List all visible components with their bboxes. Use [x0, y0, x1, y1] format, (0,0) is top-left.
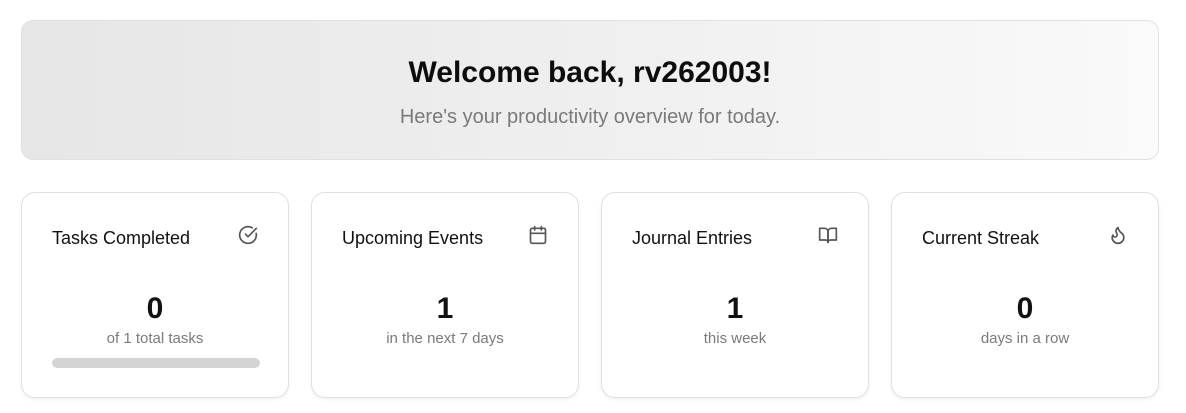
- card-value: 0: [1016, 292, 1034, 325]
- calendar-icon: [528, 225, 548, 245]
- card-title: Current Streak: [922, 228, 1040, 248]
- welcome-banner: Welcome back, rv262003! Here's your prod…: [21, 20, 1159, 160]
- check-circle-icon: [238, 225, 258, 245]
- card-title: Upcoming Events: [342, 228, 484, 248]
- card-subtitle: this week: [703, 330, 767, 347]
- card-subtitle: in the next 7 days: [386, 330, 504, 347]
- card-value: 1: [726, 292, 744, 325]
- card-value: 0: [146, 292, 164, 325]
- stat-card-tasks-completed: Tasks Completed 0 of 1 total tasks: [21, 192, 289, 398]
- flame-icon: [1108, 225, 1128, 245]
- welcome-subtitle: Here's your productivity overview for to…: [399, 106, 781, 128]
- stat-card-journal-entries: Journal Entries 1 this week: [601, 192, 869, 398]
- card-value: 1: [436, 292, 454, 325]
- stat-card-upcoming-events: Upcoming Events 1 in the next 7 days: [311, 192, 579, 398]
- card-subtitle: days in a row: [980, 330, 1070, 347]
- book-open-icon: [818, 225, 838, 245]
- stat-card-current-streak: Current Streak 0 days in a row: [891, 192, 1159, 398]
- card-subtitle: of 1 total tasks: [106, 330, 204, 347]
- welcome-title: Welcome back, rv262003!: [408, 56, 772, 89]
- card-title: Tasks Completed: [52, 228, 191, 248]
- tasks-progress-bar: [52, 358, 260, 368]
- card-title: Journal Entries: [632, 228, 753, 248]
